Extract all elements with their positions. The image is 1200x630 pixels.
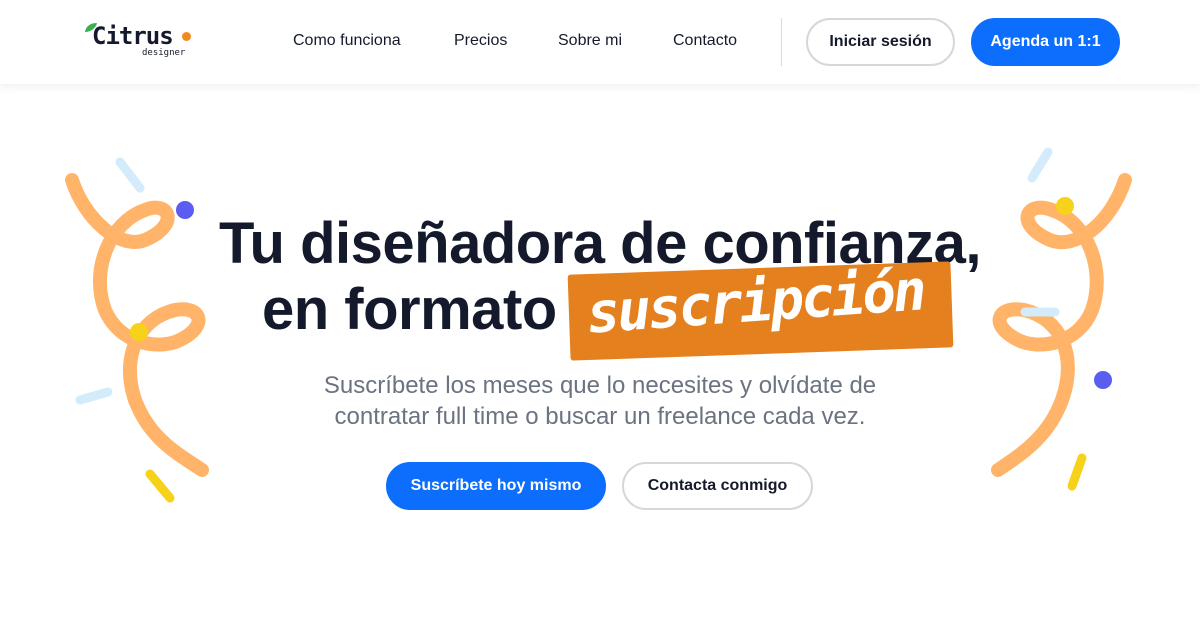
brand-logo[interactable]: Citrus designer: [84, 20, 196, 64]
subscribe-button[interactable]: Suscríbete hoy mismo: [386, 462, 606, 510]
hero-subtitle-line1: Suscríbete los meses que lo necesites y …: [323, 372, 877, 399]
nav-divider: [781, 18, 782, 66]
hero-title-line2-text: en formato: [262, 277, 557, 342]
confetti-blue-left-top: [115, 157, 145, 193]
hero-subtitle-line2: contratar full time o buscar un freelanc…: [334, 403, 866, 430]
book-call-button[interactable]: Agenda un 1:1: [971, 18, 1120, 66]
confetti-left-decoration: [65, 157, 209, 503]
nav-link-contacto[interactable]: Contacto: [673, 32, 737, 50]
orange-dot-icon: [182, 32, 191, 41]
confetti-yellow-left: [130, 323, 148, 341]
hero-title-line1: Tu diseñadora de confianza,: [218, 211, 982, 276]
confetti-yellow-bar-right: [1067, 453, 1087, 491]
nav-link-sobre-mi[interactable]: Sobre mi: [558, 32, 622, 50]
confetti-yellow-bar-left: [145, 469, 175, 503]
confetti-right-decoration: [991, 147, 1132, 491]
brand-tagline: designer: [142, 48, 186, 58]
hero-title-line2: en formato suscripción: [262, 258, 962, 361]
contact-button[interactable]: Contacta conmigo: [622, 462, 813, 510]
login-button[interactable]: Iniciar sesión: [806, 18, 955, 66]
confetti-blue-right-top: [1027, 147, 1053, 183]
brand-name: Citrus: [92, 22, 174, 50]
nav-link-como-funciona[interactable]: Como funciona: [293, 32, 401, 50]
site-header: Citrus designer Como funciona Precios So…: [0, 0, 1200, 84]
nav-link-precios[interactable]: Precios: [454, 32, 507, 50]
